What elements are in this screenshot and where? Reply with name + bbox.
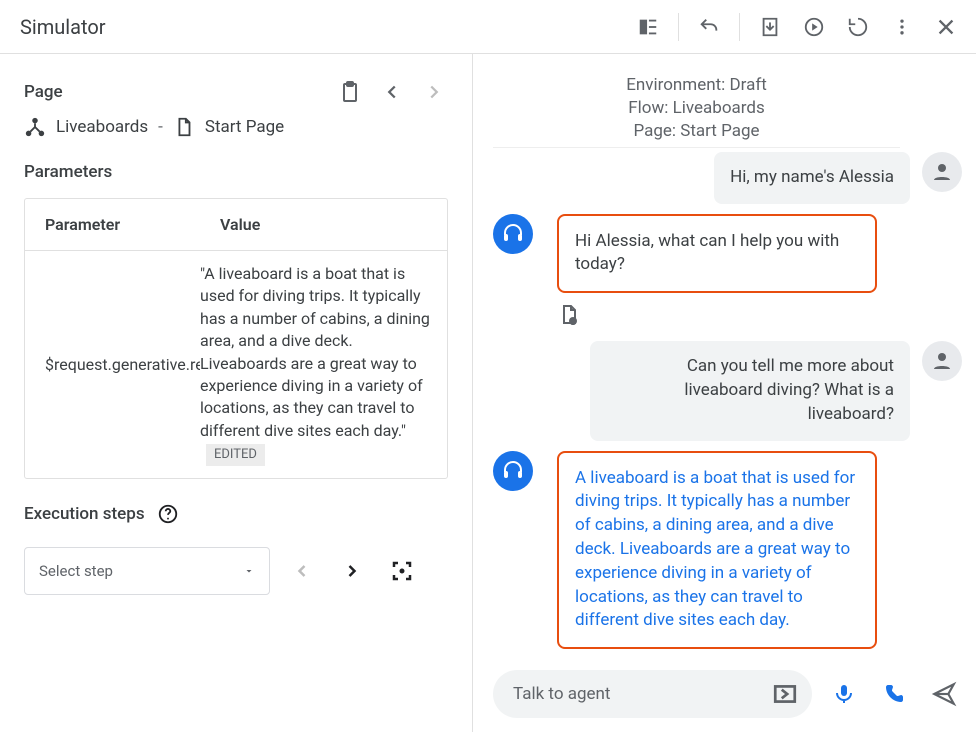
agent-message: A liveaboard is a boat that is used for …: [557, 451, 877, 650]
execution-steps-heading: Execution steps: [24, 504, 145, 524]
submit-icon[interactable]: [772, 681, 798, 707]
agent-avatar: [493, 214, 533, 254]
reset-button[interactable]: [838, 7, 878, 47]
agent-message-row: A liveaboard is a boat that is used for …: [493, 451, 962, 650]
save-button[interactable]: [750, 7, 790, 47]
breadcrumb: Liveaboards - Start Page: [24, 116, 448, 138]
mic-button[interactable]: [826, 676, 862, 712]
app-title: Simulator: [20, 15, 106, 39]
phone-button[interactable]: [876, 676, 912, 712]
parameters-table: Parameter Value $request.generative.res …: [24, 198, 448, 479]
chevron-down-icon: [243, 565, 255, 577]
select-step-placeholder: Select step: [39, 562, 113, 580]
table-row[interactable]: $request.generative.res "A liveaboard is…: [25, 251, 447, 478]
env-line: Environment: Draft: [493, 74, 900, 97]
toolbar: [628, 7, 966, 47]
parameters-heading: Parameters: [24, 162, 448, 182]
breadcrumb-flow[interactable]: Liveaboards: [56, 117, 148, 137]
select-step-dropdown[interactable]: Select step: [24, 547, 270, 595]
next-page-button[interactable]: [420, 78, 448, 106]
focus-button[interactable]: [384, 553, 420, 589]
user-message: Hi, my name's Alessia: [714, 152, 910, 204]
agent-message: Hi Alessia, what can I help you with tod…: [557, 214, 877, 294]
more-button[interactable]: [882, 7, 922, 47]
user-avatar: [922, 341, 962, 381]
breadcrumb-separator: -: [158, 117, 163, 137]
user-message-row: Hi, my name's Alessia: [493, 152, 962, 204]
step-next-button[interactable]: [334, 553, 370, 589]
user-message-row: Can you tell me more about liveaboard di…: [493, 341, 962, 440]
close-button[interactable]: [926, 7, 966, 47]
env-line: Page: Start Page: [493, 120, 900, 143]
param-name: $request.generative.res: [25, 251, 200, 478]
prev-page-button[interactable]: [378, 78, 406, 106]
param-header-name: Parameter: [25, 199, 200, 250]
panel-toggle-button[interactable]: [628, 7, 668, 47]
send-button[interactable]: [926, 676, 962, 712]
page-heading: Page: [24, 82, 63, 102]
svg-text:i: i: [572, 319, 574, 326]
edited-badge: EDITED: [206, 444, 265, 466]
chat-input-placeholder: Talk to agent: [513, 684, 610, 704]
page-icon: [173, 116, 195, 138]
help-icon[interactable]: [157, 503, 179, 525]
toolbar-separator: [739, 13, 740, 41]
environment-info: Environment: Draft Flow: Liveaboards Pag…: [493, 74, 900, 148]
agent-message-row: Hi Alessia, what can I help you with tod…: [493, 214, 962, 294]
agent-avatar: [493, 451, 533, 491]
env-line: Flow: Liveaboards: [493, 97, 900, 120]
step-prev-button: [284, 553, 320, 589]
param-value: "A liveaboard is a boat that is used for…: [200, 251, 447, 478]
flow-icon: [24, 116, 46, 138]
chat-input[interactable]: Talk to agent: [493, 670, 812, 718]
breadcrumb-page[interactable]: Start Page: [205, 117, 284, 137]
param-header-value: Value: [200, 199, 447, 250]
param-value-text: "A liveaboard is a boat that is used for…: [200, 264, 430, 440]
user-avatar: [922, 152, 962, 192]
user-message: Can you tell me more about liveaboard di…: [590, 341, 910, 440]
undo-button[interactable]: [689, 7, 729, 47]
document-icon[interactable]: i: [557, 303, 581, 327]
clipboard-button[interactable]: [336, 78, 364, 106]
toolbar-separator: [678, 13, 679, 41]
play-button[interactable]: [794, 7, 834, 47]
